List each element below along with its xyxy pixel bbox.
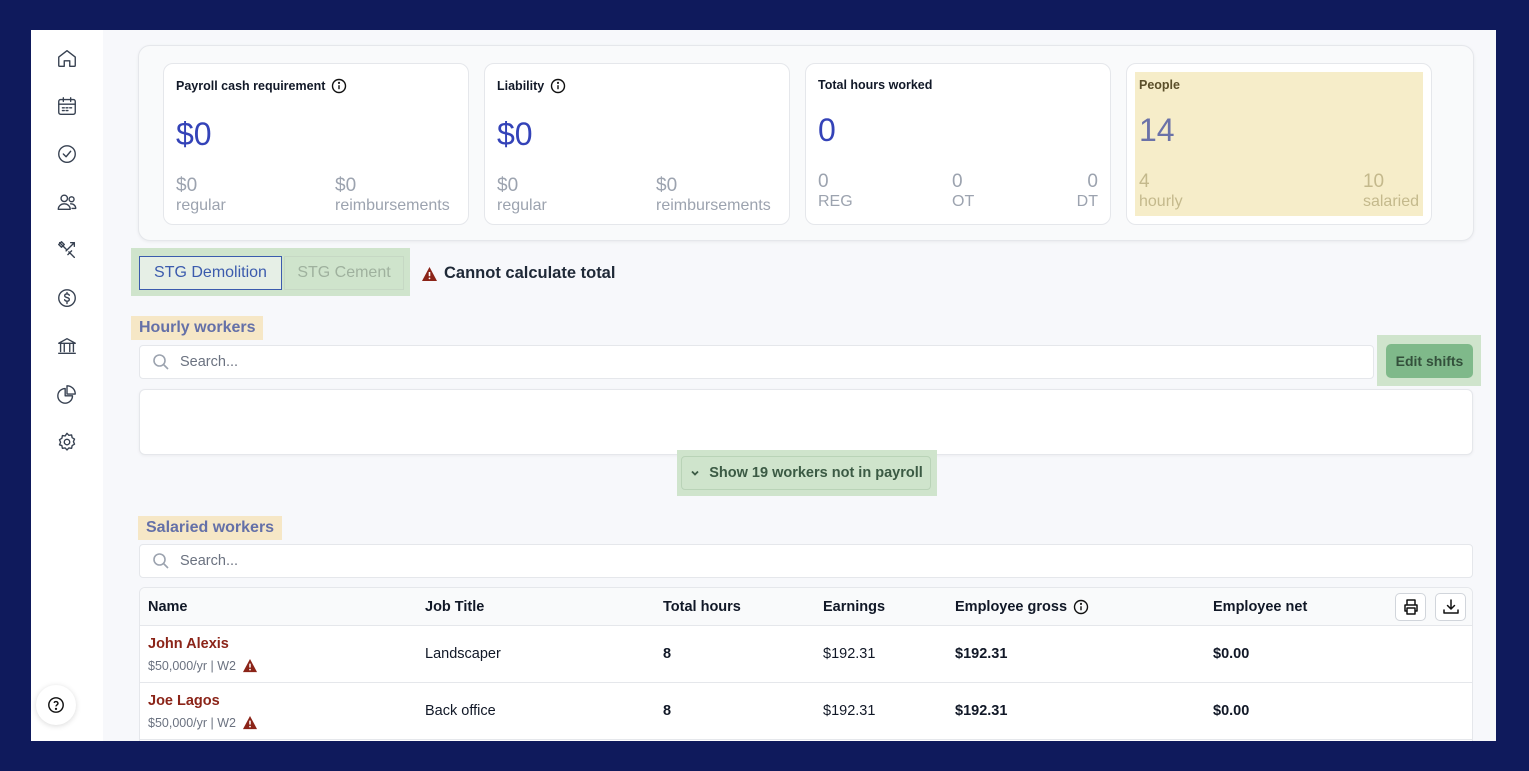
people-card: People 14 4 hourly 10 salaried [1126, 63, 1432, 225]
app-frame: Payroll cash requirement $0 $0 regular $… [31, 30, 1496, 741]
table-row[interactable]: John Alexis $50,000/yr | W2 Landscaper 8… [140, 626, 1472, 683]
search-icon [153, 553, 169, 569]
liability-title: Liability [497, 79, 545, 93]
total-hours-card: Total hours worked 0 0 REG 0 OT 0 DT [805, 63, 1111, 225]
pie-chart-icon[interactable] [55, 382, 79, 406]
printer-icon [1403, 599, 1418, 615]
liability-reimb-label: reimbursements [656, 197, 771, 214]
total-hours-amount: 0 [818, 112, 836, 148]
tools-icon[interactable] [55, 238, 79, 262]
search-icon [153, 354, 169, 370]
ot-hours-value: 0 [952, 171, 963, 192]
gear-icon[interactable] [55, 430, 79, 454]
hourly-workers-heading: Hourly workers [131, 316, 264, 340]
people-title: People [1139, 78, 1180, 92]
hourly-search-field[interactable] [180, 354, 1279, 370]
info-icon[interactable] [331, 78, 347, 94]
salaried-workers-heading: Salaried workers [138, 516, 283, 540]
payroll-summary: Payroll cash requirement $0 $0 regular $… [138, 45, 1474, 241]
warning-icon [242, 715, 258, 730]
column-earnings[interactable]: Earnings [823, 599, 885, 615]
help-button[interactable] [36, 685, 76, 725]
worker-pay-info: $50,000/yr | W2 [148, 658, 237, 673]
worker-job-title: Landscaper [425, 646, 501, 662]
help-icon [48, 697, 64, 713]
worker-name[interactable]: Joe Lagos [148, 693, 220, 709]
liability-amount: $0 [497, 116, 533, 152]
worker-total-hours: 8 [663, 703, 672, 719]
dt-hours-label: DT [1076, 193, 1098, 210]
liability-reimb-value: $0 [656, 175, 678, 196]
users-icon[interactable] [55, 190, 79, 214]
bank-icon[interactable] [55, 334, 79, 358]
payroll-cash-card: Payroll cash requirement $0 $0 regular $… [163, 63, 469, 225]
worker-net: $0.00 [1213, 703, 1250, 719]
column-total-hours[interactable]: Total hours [663, 599, 741, 615]
column-employee-gross[interactable]: Employee gross [955, 599, 1089, 615]
check-circle-icon[interactable] [55, 142, 79, 166]
download-button[interactable] [1435, 593, 1466, 621]
worker-pay-info: $50,000/yr | W2 [148, 715, 237, 730]
hourly-count-value: 4 [1139, 171, 1150, 192]
salaried-workers-table: Name Job Title Total hours Earnings Empl… [139, 587, 1473, 741]
table-row[interactable]: Joe Lagos $50,000/yr | W2 Back office 8 … [140, 683, 1472, 740]
payroll-regular-value: $0 [176, 175, 198, 196]
total-hours-title: Total hours worked [818, 78, 933, 92]
show-workers-not-in-payroll-button[interactable]: Show 19 workers not in payroll [681, 456, 931, 490]
column-name[interactable]: Name [148, 599, 188, 615]
column-job-title[interactable]: Job Title [425, 599, 484, 615]
payroll-reimb-label: reimbursements [335, 197, 450, 214]
worker-net: $0.00 [1213, 646, 1250, 662]
hourly-search-input[interactable] [139, 345, 1374, 379]
payroll-cash-title: Payroll cash requirement [176, 79, 326, 93]
dollar-icon[interactable] [55, 286, 79, 310]
salaried-search-field[interactable] [180, 553, 1368, 569]
download-icon [1442, 599, 1459, 614]
hourly-count-label: hourly [1139, 193, 1183, 210]
liability-regular-value: $0 [497, 175, 519, 196]
payroll-regular-label: regular [176, 197, 226, 214]
payroll-reimb-value: $0 [335, 175, 357, 196]
salaried-search-input[interactable] [139, 544, 1473, 578]
people-count: 14 [1139, 112, 1175, 148]
column-employee-gross-label: Employee gross [955, 599, 1068, 615]
worker-gross: $192.31 [955, 703, 1008, 719]
worker-earnings: $192.31 [823, 703, 876, 719]
reg-hours-value: 0 [818, 171, 829, 192]
chevron-down-icon [691, 470, 699, 476]
print-button[interactable] [1395, 593, 1426, 621]
worker-total-hours: 8 [663, 646, 672, 662]
info-icon[interactable] [550, 78, 566, 94]
worker-job-title: Back office [425, 703, 496, 719]
reg-hours-label: REG [818, 193, 853, 210]
home-icon[interactable] [55, 46, 79, 70]
worker-name[interactable]: John Alexis [148, 636, 229, 652]
main-content: Payroll cash requirement $0 $0 regular $… [103, 30, 1496, 741]
liability-regular-label: regular [497, 197, 547, 214]
hourly-workers-list [139, 389, 1473, 455]
payroll-cash-amount: $0 [176, 116, 212, 152]
dt-hours-value: 0 [1087, 171, 1098, 192]
edit-shifts-button[interactable]: Edit shifts [1386, 344, 1473, 378]
calendar-icon[interactable] [55, 94, 79, 118]
sidebar [31, 30, 103, 741]
worker-gross: $192.31 [955, 646, 1008, 662]
info-icon[interactable] [1073, 599, 1089, 615]
tab-stg-demolition[interactable]: STG Demolition [139, 256, 282, 290]
table-header: Name Job Title Total hours Earnings Empl… [140, 588, 1472, 626]
tab-stg-cement[interactable]: STG Cement [284, 256, 404, 290]
calculation-warning: Cannot calculate total [421, 264, 615, 283]
liability-card: Liability $0 $0 regular $0 reimbursement… [484, 63, 790, 225]
warning-icon [242, 658, 258, 673]
salaried-count-value: 10 [1362, 171, 1385, 192]
show-workers-label: Show 19 workers not in payroll [709, 465, 923, 481]
worker-earnings: $192.31 [823, 646, 876, 662]
column-employee-net[interactable]: Employee net [1213, 599, 1307, 615]
salaried-count-label: salaried [1362, 193, 1419, 210]
ot-hours-label: OT [952, 193, 975, 210]
warning-icon [422, 266, 437, 281]
warning-text: Cannot calculate total [444, 264, 616, 282]
